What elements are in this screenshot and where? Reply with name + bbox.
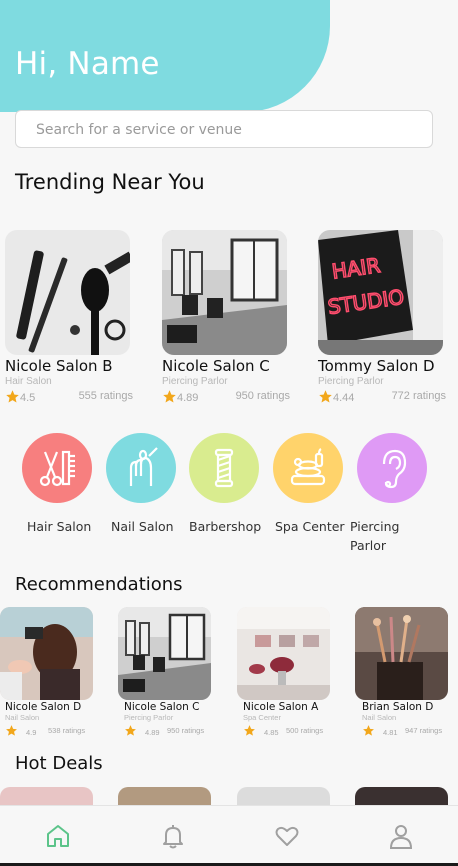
category-barbershop[interactable]: Barbershop <box>189 433 279 536</box>
star-icon <box>163 390 176 403</box>
bell-icon[interactable] <box>159 822 187 850</box>
trending-card[interactable]: Nicole Salon B Hair Salon 4.5 555 rating… <box>5 230 133 405</box>
salon-type: Hair Salon <box>5 376 52 387</box>
salon-photo <box>5 230 130 355</box>
hot-deal-card[interactable] <box>118 787 211 805</box>
section-title-trending: Trending Near You <box>15 170 205 194</box>
ratings-count: 772 ratings <box>391 390 446 402</box>
star-icon <box>319 390 332 403</box>
salon-type: Piercing Parlor <box>124 713 174 722</box>
category-hair-salon[interactable]: Hair Salon <box>22 433 112 536</box>
recommendation-card[interactable]: Nicole Salon D Nail Salon 4.9 538 rating… <box>0 607 94 738</box>
rating-value: 4.44 <box>333 392 355 404</box>
ratings-count: 950 ratings <box>235 390 290 402</box>
rating-value: 4.9 <box>26 728 37 737</box>
salon-type: Spa Center <box>243 713 281 722</box>
hot-deal-card[interactable] <box>237 787 330 805</box>
home-icon[interactable] <box>44 822 72 850</box>
hot-deal-card[interactable] <box>0 787 93 805</box>
heart-icon[interactable] <box>273 822 301 850</box>
salon-type: Nail Salon <box>362 713 397 722</box>
scissors-comb-icon <box>22 433 92 503</box>
category-label: Piercing Parlor <box>350 519 400 553</box>
recommendation-card[interactable]: Nicole Salon C Piercing Parlor 4.89 950 … <box>118 607 212 738</box>
search-input[interactable]: Search for a service or venue <box>15 110 433 148</box>
category-nail-salon[interactable]: Nail Salon <box>106 433 196 536</box>
star-icon <box>363 725 374 736</box>
salon-name: Nicole Salon A <box>243 701 319 713</box>
salon-name: Nicole Salon B <box>5 357 113 375</box>
salon-name: Nicole Salon D <box>5 701 82 713</box>
ratings-count: 947 ratings <box>405 726 443 735</box>
ratings-count: 950 ratings <box>167 726 205 735</box>
salon-name: Brian Salon D <box>362 701 434 713</box>
salon-type: Piercing Parlor <box>162 376 228 387</box>
category-piercing-parlor[interactable]: Piercing Parlor <box>350 433 447 555</box>
ratings-count: 500 ratings <box>286 726 324 735</box>
rating-value: 4.85 <box>264 728 279 737</box>
rating-value: 4.89 <box>177 392 199 404</box>
salon-name: Nicole Salon C <box>124 701 200 713</box>
salon-type: Nail Salon <box>5 713 40 722</box>
salon-photo <box>237 607 330 700</box>
bottom-navigation <box>0 805 458 866</box>
ratings-count: 555 ratings <box>78 390 133 402</box>
ratings-count: 538 ratings <box>48 726 86 735</box>
hot-deal-card[interactable] <box>355 787 448 805</box>
nail-hand-icon <box>106 433 176 503</box>
barber-pole-icon <box>189 433 259 503</box>
trending-card[interactable]: HAIR STUDIO Tommy Salon D Piercing Parlo… <box>318 230 446 405</box>
category-label: Nail Salon <box>111 519 174 534</box>
salon-photo <box>355 607 448 700</box>
star-icon <box>6 725 17 736</box>
salon-photo: HAIR STUDIO <box>318 230 443 355</box>
section-title-hot-deals: Hot Deals <box>15 753 103 774</box>
spa-stones-icon <box>273 433 343 503</box>
star-icon <box>6 390 19 403</box>
rating-value: 4.5 <box>20 392 36 404</box>
salon-name: Nicole Salon C <box>162 357 270 375</box>
salon-photo <box>162 230 287 355</box>
ear-icon <box>357 433 427 503</box>
rating-value: 4.81 <box>383 728 398 737</box>
salon-type: Piercing Parlor <box>318 376 384 387</box>
recommendation-card[interactable]: Nicole Salon A Spa Center 4.85 500 ratin… <box>237 607 331 738</box>
section-title-recommendations: Recommendations <box>15 574 183 595</box>
star-icon <box>125 725 136 736</box>
star-icon <box>244 725 255 736</box>
salon-photo <box>118 607 211 700</box>
rating-value: 4.89 <box>145 728 160 737</box>
salon-photo <box>0 607 93 700</box>
category-label: Barbershop <box>189 519 262 534</box>
greeting-title: Hi, Name <box>15 46 160 82</box>
salon-name: Tommy Salon D <box>318 357 435 375</box>
trending-card[interactable]: Nicole Salon C Piercing Parlor 4.89 950 … <box>162 230 290 405</box>
category-label: Hair Salon <box>27 519 92 534</box>
recommendation-card[interactable]: Brian Salon D Nail Salon 4.81 947 rating… <box>355 607 449 738</box>
profile-icon[interactable] <box>387 822 415 850</box>
